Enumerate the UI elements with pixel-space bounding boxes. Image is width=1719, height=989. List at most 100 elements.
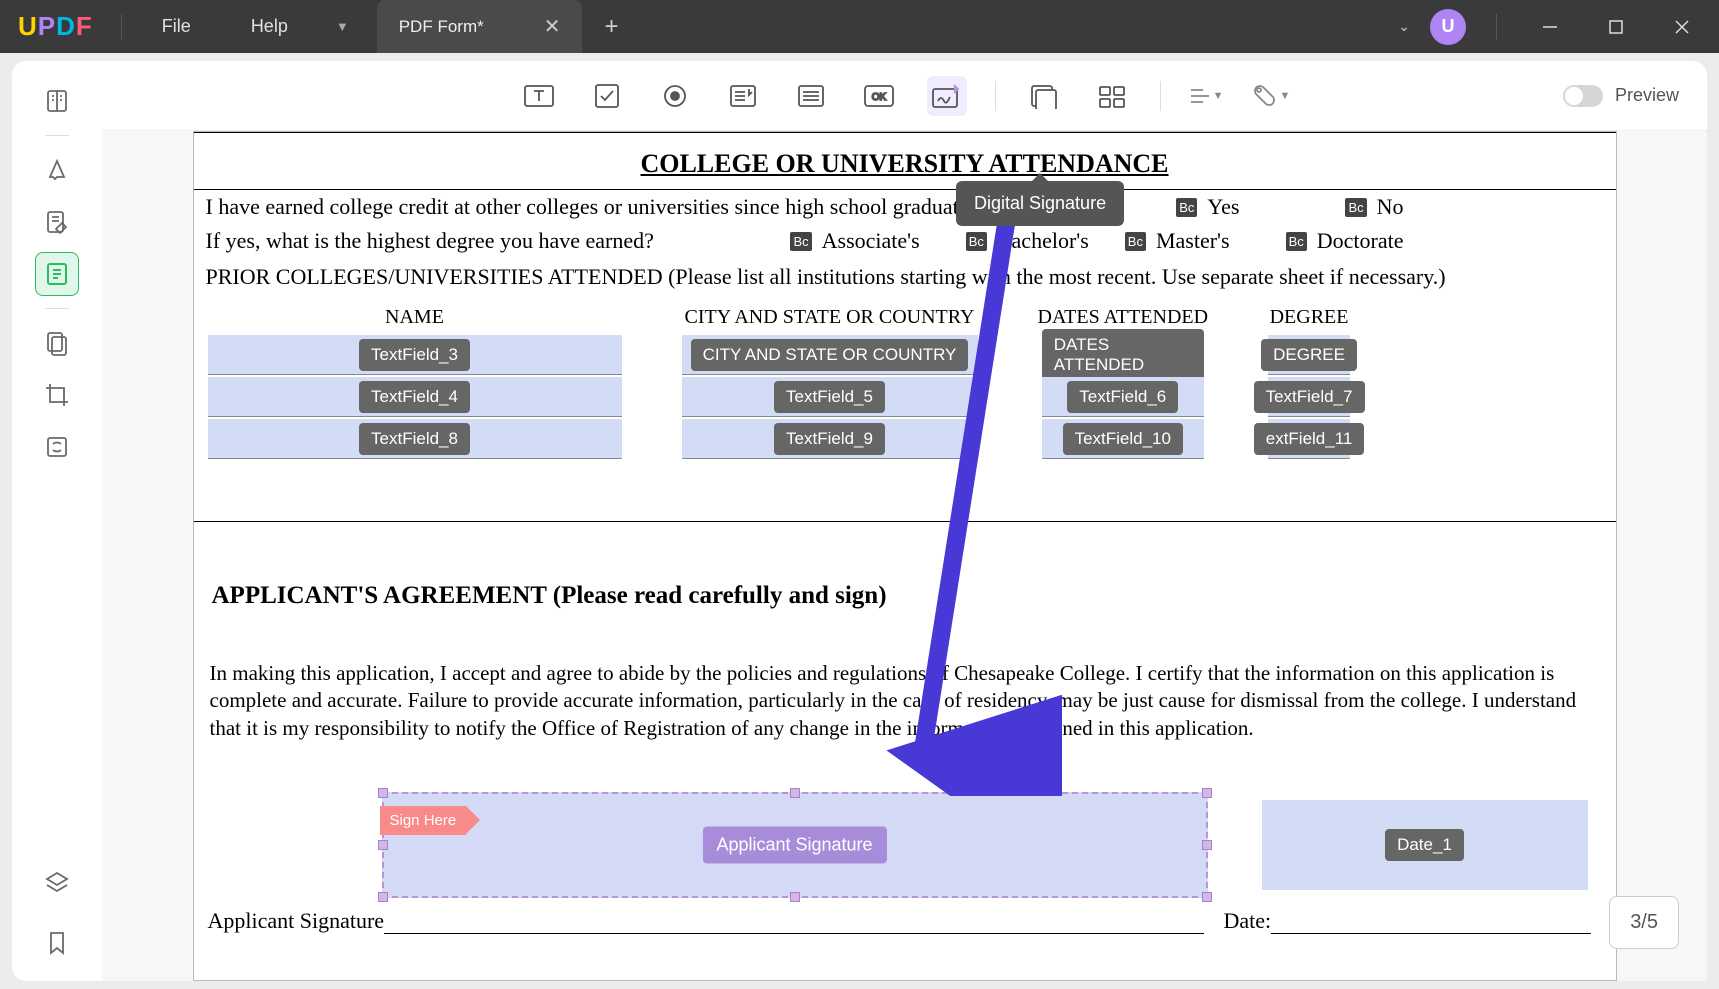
- separator: [45, 308, 69, 309]
- listbox-tool-icon[interactable]: [791, 76, 831, 116]
- checkbox-icon[interactable]: Bc: [790, 232, 811, 251]
- option-no: No: [1377, 194, 1404, 220]
- checkbox-icon[interactable]: Bc: [1125, 232, 1146, 251]
- checkbox-icon[interactable]: Bc: [1286, 232, 1307, 251]
- col-header-dates: DATES ATTENDED: [1038, 306, 1209, 329]
- date-field[interactable]: Date_1: [1262, 800, 1588, 890]
- radio-tool-icon[interactable]: [655, 76, 695, 116]
- form-text-field[interactable]: CITY AND STATE OR COUNTRY: [682, 335, 978, 375]
- bookmark-icon[interactable]: [35, 921, 79, 965]
- resize-handle[interactable]: [790, 892, 800, 902]
- menu-file[interactable]: File: [132, 16, 221, 37]
- checkbox-tool-icon[interactable]: [587, 76, 627, 116]
- dropdown-tool-icon[interactable]: [723, 76, 763, 116]
- form-text-field[interactable]: TextField_3: [208, 335, 622, 375]
- checkbox-icon[interactable]: Bc: [1345, 198, 1366, 217]
- main-area: OK ▼ ▼ Preview Digital Signature COLLEGE…: [102, 61, 1707, 981]
- form-text-field[interactable]: TextField_5: [682, 377, 978, 417]
- titlebar: UPDF File Help ▼ PDF Form* ✕ + ⌄ U: [0, 0, 1719, 53]
- document-viewport[interactable]: COLLEGE OR UNIVERSITY ATTENDANCE I have …: [102, 131, 1707, 981]
- resize-handle[interactable]: [1202, 788, 1212, 798]
- checkbox-icon[interactable]: Bc: [966, 232, 987, 251]
- text-field-tool-icon[interactable]: [519, 76, 559, 116]
- form-text-field[interactable]: TextField_6: [1042, 377, 1204, 417]
- col-header-city: CITY AND STATE OR COUNTRY: [685, 306, 975, 329]
- tab-menu-arrow[interactable]: ▼: [318, 19, 367, 34]
- layers-icon[interactable]: [35, 861, 79, 905]
- close-button[interactable]: [1659, 0, 1705, 53]
- date-label: Date:: [1224, 908, 1272, 933]
- form-tool-icon[interactable]: [35, 252, 79, 296]
- signature-field-selected[interactable]: Sign Here Applicant Signature: [382, 792, 1208, 898]
- form-text-field[interactable]: DATES ATTENDED: [1042, 335, 1204, 375]
- comment-tool-icon[interactable]: [35, 148, 79, 192]
- signature-area: Sign Here Applicant Signature Date_1 App…: [194, 762, 1616, 944]
- separator: [1160, 81, 1161, 111]
- form-text-field[interactable]: TextField_10: [1042, 419, 1204, 459]
- maximize-button[interactable]: [1593, 0, 1639, 53]
- form-text-field[interactable]: TextField_4: [208, 377, 622, 417]
- redact-tool-icon[interactable]: [35, 425, 79, 469]
- agreement-paragraph: In making this application, I accept and…: [194, 630, 1616, 762]
- edit-tool-icon[interactable]: [35, 200, 79, 244]
- tooltip: Digital Signature: [956, 181, 1124, 226]
- new-tab-button[interactable]: +: [582, 13, 640, 41]
- option-associates: Associate's: [822, 228, 920, 254]
- option-yes: Yes: [1207, 194, 1239, 220]
- svg-text:OK: OK: [871, 92, 886, 103]
- separator: [121, 14, 122, 40]
- applicant-signature-label: Applicant Signature: [208, 908, 385, 933]
- question-text: I have earned college credit at other co…: [206, 194, 993, 220]
- organize-tool-icon[interactable]: [35, 321, 79, 365]
- align-dropdown[interactable]: ▼: [1189, 86, 1224, 106]
- barcode-tool-icon[interactable]: [1092, 76, 1132, 116]
- resize-handle[interactable]: [790, 788, 800, 798]
- form-text-field[interactable]: extField_11: [1268, 419, 1350, 459]
- date-field-label: Date_1: [1385, 829, 1464, 861]
- agreement-heading: APPLICANT'S AGREEMENT (Please read caref…: [194, 522, 1616, 630]
- sign-here-tag: Sign Here: [380, 806, 467, 835]
- section-heading: COLLEGE OR UNIVERSITY ATTENDANCE: [194, 132, 1616, 189]
- tab-label: PDF Form*: [399, 17, 484, 37]
- preview-toggle[interactable]: [1563, 85, 1603, 107]
- resize-handle[interactable]: [378, 788, 388, 798]
- prior-colleges-table: NAME TextField_3 TextField_4 TextField_8…: [194, 296, 1616, 471]
- document-tab[interactable]: PDF Form* ✕: [377, 0, 583, 53]
- tab-close-button[interactable]: ✕: [544, 14, 561, 39]
- signature-field-label: Applicant Signature: [702, 826, 886, 863]
- pdf-page: COLLEGE OR UNIVERSITY ATTENDANCE I have …: [193, 131, 1617, 981]
- chevron-down-icon[interactable]: ⌄: [1398, 18, 1410, 35]
- reader-tool-icon[interactable]: [35, 79, 79, 123]
- digital-signature-tool-icon[interactable]: [927, 76, 967, 116]
- separator: [45, 135, 69, 136]
- prior-colleges-text: PRIOR COLLEGES/UNIVERSITIES ATTENDED (Pl…: [194, 258, 1616, 296]
- separator: [995, 81, 996, 111]
- app-logo: UPDF: [18, 11, 93, 42]
- option-doctorate: Doctorate: [1317, 228, 1404, 254]
- crop-tool-icon[interactable]: [35, 373, 79, 417]
- page-indicator[interactable]: 3/5: [1609, 896, 1679, 949]
- resize-handle[interactable]: [378, 840, 388, 850]
- left-sidebar: [12, 61, 102, 981]
- resize-handle[interactable]: [378, 892, 388, 902]
- form-text-field[interactable]: TextField_7: [1268, 377, 1350, 417]
- tools-dropdown[interactable]: ▼: [1252, 83, 1291, 109]
- form-text-field[interactable]: DEGREE: [1268, 335, 1350, 375]
- form-text-field[interactable]: TextField_9: [682, 419, 978, 459]
- form-text-field[interactable]: TextField_8: [208, 419, 622, 459]
- resize-handle[interactable]: [1202, 840, 1212, 850]
- image-field-tool-icon[interactable]: [1024, 76, 1064, 116]
- form-toolbar: OK ▼ ▼ Preview: [102, 61, 1707, 131]
- user-avatar[interactable]: U: [1430, 9, 1466, 45]
- menu-help[interactable]: Help: [221, 16, 318, 37]
- separator: [1496, 14, 1497, 40]
- resize-handle[interactable]: [1202, 892, 1212, 902]
- preview-label: Preview: [1615, 85, 1679, 106]
- button-tool-icon[interactable]: OK: [859, 76, 899, 116]
- col-header-name: NAME: [385, 306, 444, 329]
- col-header-degree: DEGREE: [1270, 306, 1349, 329]
- question-text: If yes, what is the highest degree you h…: [206, 228, 654, 254]
- minimize-button[interactable]: [1527, 0, 1573, 53]
- checkbox-icon[interactable]: Bc: [1176, 198, 1197, 217]
- option-bachelors: Bachelor's: [997, 228, 1089, 254]
